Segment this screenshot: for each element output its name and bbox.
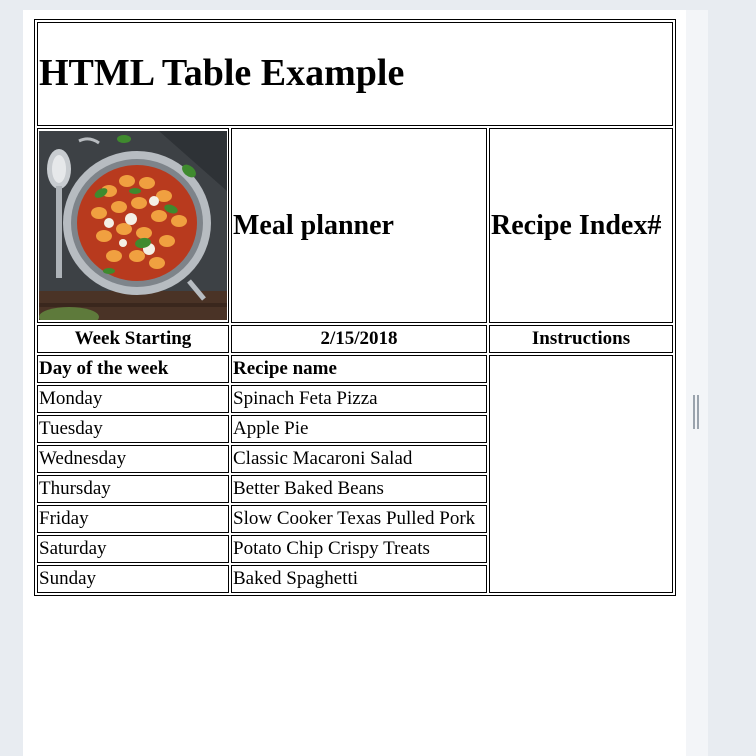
day-cell: Tuesday (37, 415, 229, 443)
recipe-cell: Apple Pie (231, 415, 487, 443)
recipe-cell: Better Baked Beans (231, 475, 487, 503)
recipe-cell: Slow Cooker Texas Pulled Pork (231, 505, 487, 533)
column-header-day: Day of the week (37, 355, 229, 383)
day-cell: Saturday (37, 535, 229, 563)
recipe-cell: Potato Chip Crispy Treats (231, 535, 487, 563)
recipe-index-cell: Recipe Index# (489, 128, 673, 323)
pane-splitter[interactable] (686, 10, 708, 756)
instructions-cell (489, 355, 673, 593)
day-cell: Wednesday (37, 445, 229, 473)
column-header-row: Day of the week Recipe name (37, 355, 673, 593)
instructions-label: Instructions (489, 325, 673, 353)
day-cell: Friday (37, 505, 229, 533)
day-cell: Thursday (37, 475, 229, 503)
recipe-cell: Baked Spaghetti (231, 565, 487, 593)
day-cell: Sunday (37, 565, 229, 593)
recipe-cell: Spinach Feta Pizza (231, 385, 487, 413)
week-row: Week Starting 2/15/2018 Instructions (37, 325, 673, 353)
food-photo (39, 131, 227, 320)
meal-planner-cell: Meal planner (231, 128, 487, 323)
resize-handle-icon[interactable] (692, 395, 700, 429)
recipe-index-heading: Recipe Index# (491, 209, 662, 241)
page-title: HTML Table Example (39, 52, 405, 95)
recipe-cell: Classic Macaroni Salad (231, 445, 487, 473)
week-date: 2/15/2018 (231, 325, 487, 353)
title-row: HTML Table Example (37, 22, 673, 126)
column-header-recipe: Recipe name (231, 355, 487, 383)
header-row: Meal planner Recipe Index# (37, 128, 673, 323)
title-cell: HTML Table Example (37, 22, 673, 126)
day-cell: Monday (37, 385, 229, 413)
photo-cell (37, 128, 229, 323)
week-starting-label: Week Starting (37, 325, 229, 353)
meal-planner-table: HTML Table Example Meal planner Recipe I… (34, 19, 676, 596)
meal-planner-heading: Meal planner (233, 209, 394, 241)
